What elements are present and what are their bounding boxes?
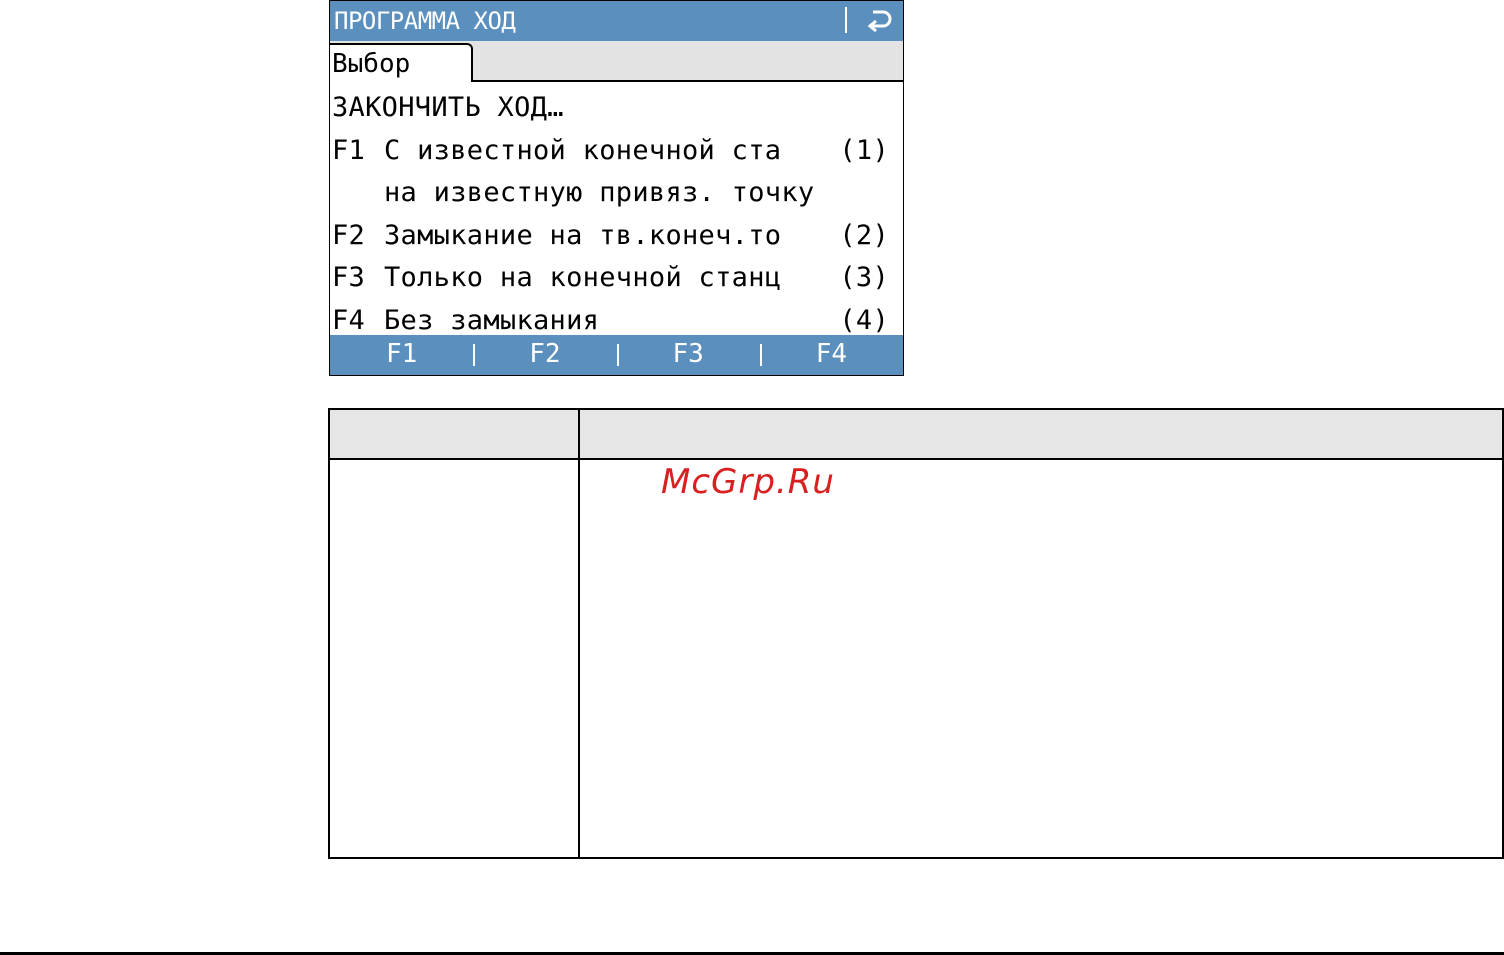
option-key: F2 — [332, 219, 366, 251]
softkey-f4[interactable]: F4 — [759, 335, 903, 375]
softkey-f3[interactable]: F3 — [616, 335, 760, 375]
option-number: (2) — [839, 219, 889, 251]
softkey-f1[interactable]: F1 — [330, 335, 473, 375]
menu-option-f2[interactable]: F2 Замыкание на тв.конеч.то (2) — [330, 215, 903, 258]
tab-vybor[interactable]: Выбор — [330, 43, 473, 82]
softkey-f2[interactable]: F2 — [473, 335, 616, 375]
menu-content: ЗАКОНЧИТЬ ХОД… F1 С известной конечной с… — [330, 87, 903, 342]
title-bar: ПРОГРАММА ХОД — [330, 1, 903, 41]
option-number: (3) — [839, 262, 889, 293]
tab-strip: Выбор — [330, 41, 903, 82]
menu-option-f1-continuation: на известную привяз. точку — [384, 177, 815, 208]
menu-option-f3[interactable]: F3 Только на конечной станц (3) — [330, 257, 903, 300]
table-column-divider — [578, 410, 580, 857]
softkey-bar: F1 F2 F3 F4 — [330, 335, 903, 375]
option-text: С известной конечной ста — [384, 134, 782, 166]
option-number: (1) — [839, 134, 889, 166]
description-table: McGrp.Ru — [328, 408, 1504, 859]
option-key: F1 — [332, 134, 366, 166]
tab-label: Выбор — [332, 49, 411, 79]
option-text: Замыкание на тв.конеч.то — [384, 219, 782, 251]
watermark: McGrp.Ru — [661, 462, 835, 502]
title-separator — [845, 7, 847, 33]
option-text: Только на конечной станц — [384, 262, 782, 293]
table-header-row — [330, 410, 1502, 460]
return-arrow-icon[interactable] — [863, 5, 897, 37]
program-title: ПРОГРАММА ХОД — [334, 7, 516, 35]
option-key: F3 — [332, 262, 366, 293]
menu-heading: ЗАКОНЧИТЬ ХОД… — [332, 92, 564, 123]
device-screen: ПРОГРАММА ХОД Выбор ЗАКОНЧИТЬ ХОД… F1 С … — [329, 0, 904, 376]
menu-option-f1[interactable]: F1 С известной конечной ста (1) — [330, 130, 903, 173]
